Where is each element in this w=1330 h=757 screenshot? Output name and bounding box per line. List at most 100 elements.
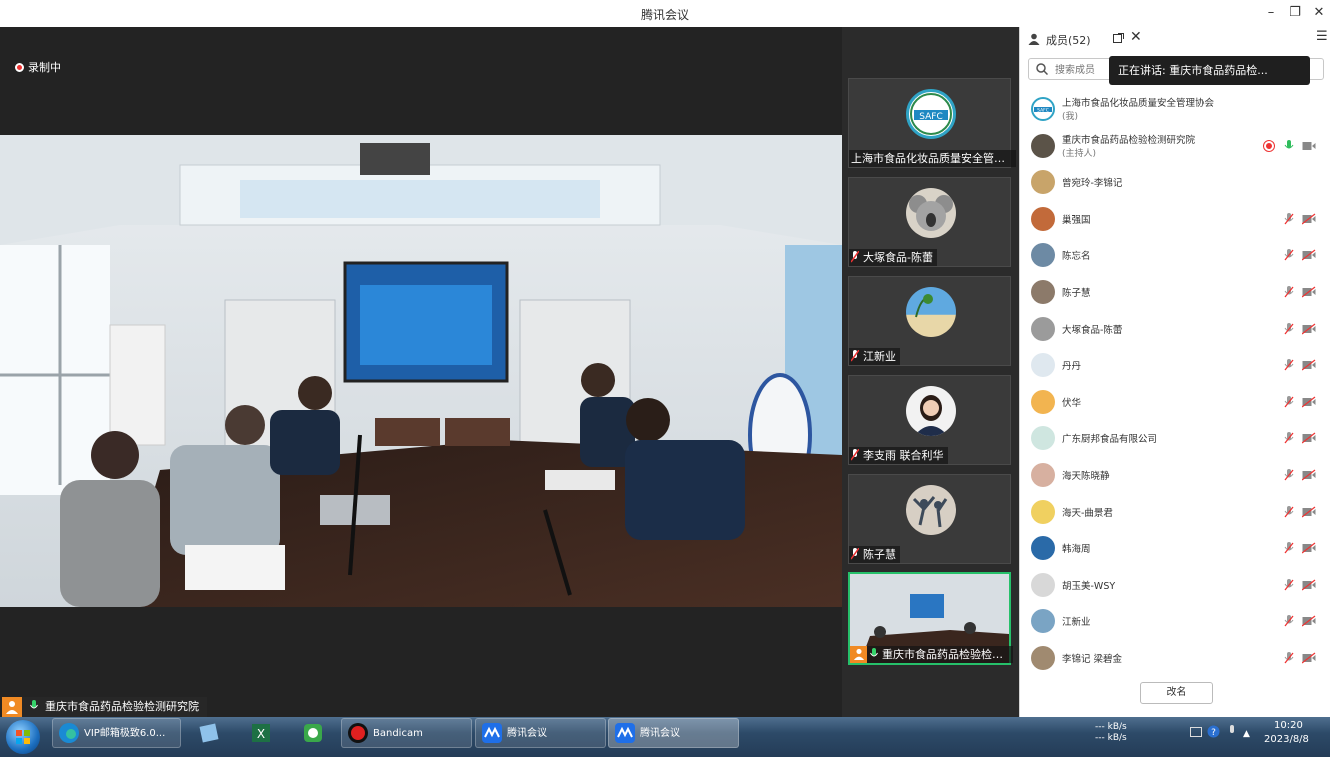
- meeting-room-video: [0, 135, 842, 607]
- members-panel-header: 成员(52) ✕ ☰: [1020, 27, 1330, 51]
- minimize-icon[interactable]: –: [1262, 4, 1280, 22]
- camera-off-icon[interactable]: [1302, 286, 1316, 298]
- member-row[interactable]: 丹丹: [1020, 347, 1330, 383]
- member-row[interactable]: 陈忘名: [1020, 237, 1330, 273]
- close-panel-icon[interactable]: ✕: [1130, 29, 1142, 45]
- svg-text:SAFC: SAFC: [919, 112, 943, 122]
- taskbar-item-bandicam[interactable]: Bandicam: [341, 718, 472, 748]
- member-avatar: [1031, 133, 1055, 158]
- member-search-input[interactable]: [1053, 61, 1117, 79]
- clock-date[interactable]: 2023/8/8: [1264, 734, 1309, 745]
- members-icon: [1028, 33, 1040, 45]
- restore-icon[interactable]: ❐: [1286, 4, 1304, 22]
- taskbar-item-mail[interactable]: VIP邮箱极致6.0...: [52, 718, 181, 748]
- mic-muted-icon[interactable]: [1284, 212, 1294, 225]
- member-row[interactable]: 伏华: [1020, 384, 1330, 420]
- mic-tray-icon[interactable]: [1227, 725, 1237, 738]
- recording-indicator: 录制中: [15, 59, 61, 75]
- participant-thumbnail-strip[interactable]: SAFC 上海市食品化妆品质量安全管理协... 大塚食品-陈蕾 江新业 李支雨 …: [842, 27, 1019, 717]
- camera-off-icon[interactable]: [1302, 579, 1316, 591]
- camera-off-icon[interactable]: [1302, 652, 1316, 664]
- member-row[interactable]: 韩海周: [1020, 530, 1330, 566]
- member-row[interactable]: SAFC 上海市食品化妆品质量安全管理协会 (我): [1020, 91, 1330, 127]
- thumbnail-tile[interactable]: SAFC 上海市食品化妆品质量安全管理协...: [848, 78, 1016, 168]
- help-icon[interactable]: ?: [1207, 725, 1220, 738]
- camera-off-icon[interactable]: [1302, 432, 1316, 444]
- member-row[interactable]: 胡玉美-WSY: [1020, 567, 1330, 603]
- camera-off-icon[interactable]: [1302, 542, 1316, 554]
- member-row[interactable]: 巢强国: [1020, 201, 1330, 237]
- main-video-area[interactable]: 录制中 重庆市食品药品检验检测研究院: [0, 27, 842, 717]
- member-avatar: [1031, 243, 1055, 268]
- camera-off-icon[interactable]: [1302, 396, 1316, 408]
- mic-muted-icon[interactable]: [1284, 542, 1294, 554]
- member-row[interactable]: 广东厨邦食品有限公司: [1020, 420, 1330, 456]
- member-name: 胡玉美-WSY: [1062, 580, 1116, 592]
- mic-muted-icon[interactable]: [1284, 578, 1294, 591]
- host-person-icon: [850, 646, 867, 663]
- member-row[interactable]: 重庆市食品药品检验检测研究院 (主持人): [1020, 128, 1330, 164]
- mic-muted-icon[interactable]: [1284, 505, 1294, 518]
- taskbar-item-excel[interactable]: X: [237, 718, 283, 748]
- mic-on-icon[interactable]: [1284, 139, 1294, 152]
- member-row[interactable]: 大塚食品-陈蕾: [1020, 311, 1330, 347]
- mic-muted-icon[interactable]: [1284, 615, 1294, 627]
- mic-muted-icon: [851, 548, 859, 560]
- rename-button[interactable]: 改名: [1140, 682, 1213, 704]
- member-name: 曾宛玲-李锦记: [1062, 178, 1123, 190]
- taskbar-item-notepad[interactable]: [185, 718, 231, 748]
- thumbnail-tile[interactable]: 大塚食品-陈蕾: [848, 177, 1011, 267]
- member-role: (我): [1062, 112, 1079, 122]
- member-row[interactable]: 李锦记 梁碧金: [1020, 640, 1330, 676]
- taskbar-item-tencent-meeting-2[interactable]: 腾讯会议: [608, 718, 739, 748]
- search-icon: [1036, 63, 1048, 75]
- thumbnail-tile[interactable]: 江新业: [848, 276, 1011, 366]
- camera-off-icon[interactable]: [1302, 615, 1316, 627]
- member-row[interactable]: 陈子慧: [1020, 274, 1330, 310]
- member-avatar: [1031, 280, 1055, 304]
- tencent-meeting-icon: [615, 723, 635, 743]
- beach-avatar: [906, 287, 956, 337]
- mic-muted-icon[interactable]: [1284, 359, 1294, 371]
- camera-off-icon[interactable]: [1302, 506, 1316, 518]
- camera-off-icon[interactable]: [1302, 359, 1316, 371]
- mic-muted-icon[interactable]: [1284, 395, 1294, 408]
- mic-muted-icon[interactable]: [1284, 469, 1294, 481]
- start-button[interactable]: [6, 720, 40, 754]
- camera-off-icon[interactable]: [1302, 249, 1316, 261]
- woman-avatar: [906, 386, 956, 436]
- windows-taskbar: VIP邮箱极致6.0... X Bandicam 腾讯会议 腾讯会议 --- k…: [0, 717, 1330, 757]
- mic-muted-icon[interactable]: [1284, 249, 1294, 261]
- taskbar-item-cloud[interactable]: [289, 718, 335, 748]
- thumbnail-tile[interactable]: 陈子慧: [848, 474, 1011, 564]
- pop-out-icon[interactable]: [1113, 33, 1124, 44]
- camera-icon[interactable]: [1302, 140, 1316, 152]
- member-row[interactable]: 曾宛玲-李锦记: [1020, 164, 1330, 200]
- member-avatar: [1031, 206, 1055, 231]
- thumbnail-tile-active[interactable]: 重庆市食品药品检验检测...: [848, 572, 1013, 665]
- mic-muted-icon[interactable]: [1284, 652, 1294, 664]
- member-name: 江新业: [1062, 617, 1091, 629]
- show-hidden-icons[interactable]: ▲: [1243, 729, 1250, 739]
- clock-time[interactable]: 10:20: [1274, 720, 1303, 731]
- bandicam-icon: [348, 723, 368, 743]
- camera-off-icon[interactable]: [1302, 323, 1316, 335]
- camera-off-icon[interactable]: [1302, 469, 1316, 481]
- thumbnail-tile[interactable]: 李支雨 联合利华: [848, 375, 1011, 465]
- mic-muted-icon: [851, 449, 859, 461]
- mic-muted-icon[interactable]: [1284, 432, 1294, 444]
- member-row[interactable]: 海天陈晓静: [1020, 457, 1330, 493]
- camera-off-icon[interactable]: [1302, 213, 1316, 225]
- active-speaker-name: 重庆市食品药品检验检测研究院: [45, 700, 199, 713]
- close-icon[interactable]: ✕: [1310, 4, 1328, 22]
- net-speed-up: --- kB/s: [1095, 722, 1127, 732]
- taskbar-item-tencent-meeting-1[interactable]: 腾讯会议: [475, 718, 606, 748]
- mic-muted-icon[interactable]: [1284, 322, 1294, 335]
- member-row[interactable]: 江新业: [1020, 603, 1330, 639]
- menu-icon[interactable]: ☰: [1316, 29, 1328, 44]
- mic-muted-icon[interactable]: [1284, 286, 1294, 298]
- keyboard-icon[interactable]: [1190, 727, 1202, 737]
- member-avatar: [1031, 426, 1055, 451]
- member-name: 丹丹: [1062, 361, 1082, 373]
- member-row[interactable]: 海天-曲景君: [1020, 494, 1330, 530]
